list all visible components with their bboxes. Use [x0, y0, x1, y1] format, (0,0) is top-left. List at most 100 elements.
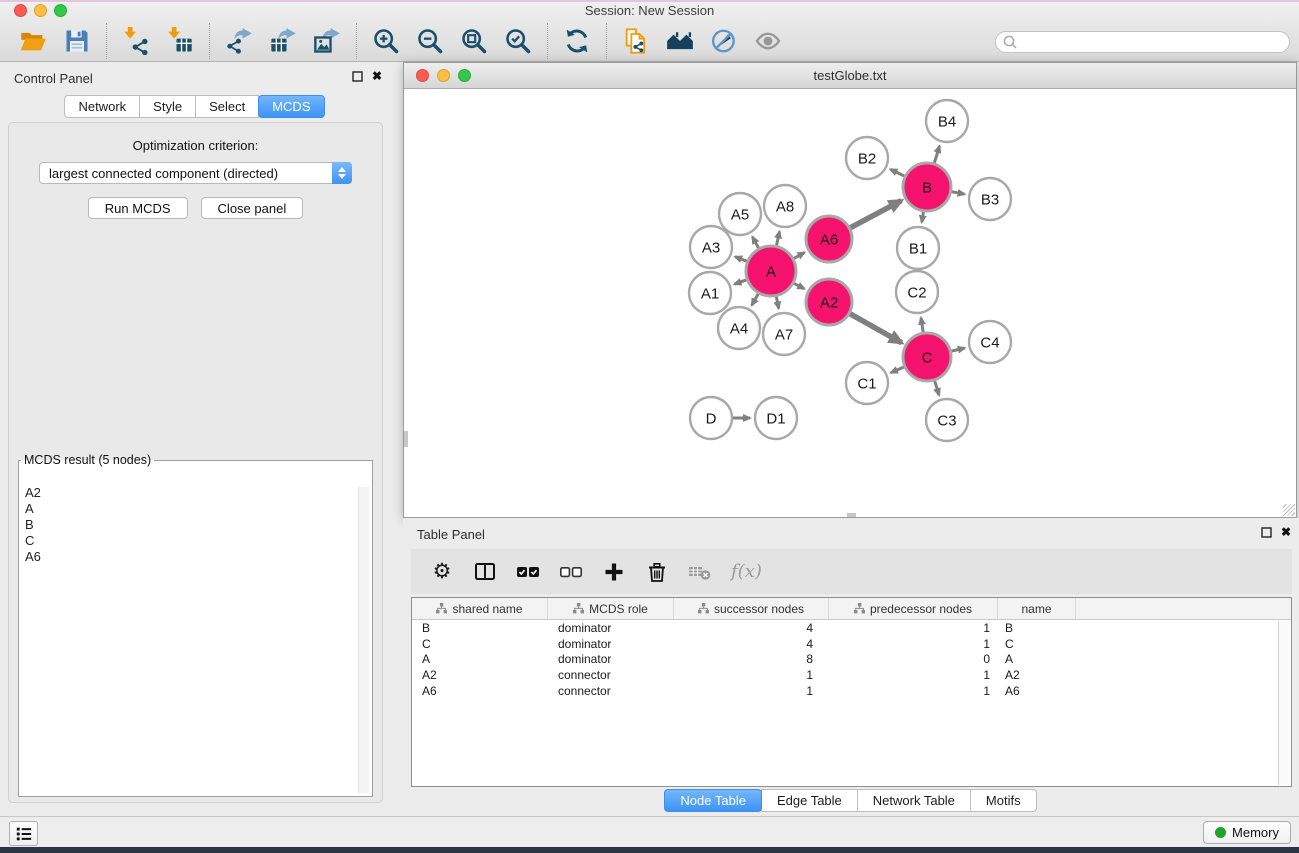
graph-node-B4[interactable]: B4 — [926, 100, 968, 142]
table-cell[interactable]: A2 — [412, 668, 548, 682]
graph-edge[interactable] — [794, 253, 805, 259]
gear-icon[interactable]: ⚙ — [430, 560, 454, 584]
graph-node-A5[interactable]: A5 — [719, 193, 761, 235]
graph-node-A7[interactable]: A7 — [763, 313, 805, 355]
zoom-in-icon[interactable] — [368, 24, 404, 58]
minimize-network-window-button[interactable] — [437, 69, 450, 82]
graph-edge[interactable] — [935, 381, 940, 395]
select-all-checkboxes-icon[interactable] — [516, 560, 540, 584]
table-cell[interactable]: 4 — [674, 637, 829, 651]
show-panels-button[interactable] — [9, 821, 38, 846]
graph-node-C4[interactable]: C4 — [969, 321, 1011, 363]
table-cell[interactable]: dominator — [548, 621, 674, 635]
close-panel-button[interactable]: Close panel — [201, 197, 304, 219]
graph-edge[interactable] — [891, 367, 904, 373]
search-field[interactable] — [995, 31, 1290, 53]
run-mcds-button[interactable]: Run MCDS — [88, 197, 188, 219]
split-view-icon[interactable] — [473, 560, 497, 584]
tab-motifs[interactable]: Motifs — [970, 789, 1037, 812]
graph-edge[interactable] — [922, 212, 924, 223]
table-cell[interactable]: 8 — [674, 652, 829, 666]
table-cell[interactable]: 4 — [674, 621, 829, 635]
vertical-scrollbar-stub[interactable] — [404, 431, 408, 447]
table-cell[interactable]: C — [412, 637, 548, 651]
tab-edge-table[interactable]: Edge Table — [761, 789, 858, 812]
table-row[interactable]: A6connector11A6 — [412, 683, 1291, 699]
graph-edge[interactable] — [951, 348, 964, 351]
trash-icon[interactable] — [645, 560, 669, 584]
annotations-off-icon[interactable] — [706, 24, 742, 58]
graph-node-B3[interactable]: B3 — [969, 178, 1011, 220]
result-scrollbar[interactable] — [358, 487, 369, 793]
tab-network-table[interactable]: Network Table — [857, 789, 971, 812]
home-icon[interactable] — [662, 24, 698, 58]
graph-edge[interactable] — [776, 297, 778, 309]
export-image-icon[interactable] — [309, 24, 345, 58]
criterion-select[interactable]: largest connected component (directed) — [39, 162, 352, 184]
tab-mcds[interactable]: MCDS — [258, 95, 324, 118]
graph-node-B2[interactable]: B2 — [846, 137, 888, 179]
table-row[interactable]: Adominator80A — [412, 652, 1291, 668]
table-cell[interactable]: A — [412, 652, 548, 666]
column-header-mcds-role[interactable]: MCDS role — [548, 598, 674, 619]
delete-table-icon[interactable] — [688, 560, 712, 584]
graph-node-A3[interactable]: A3 — [690, 226, 732, 268]
zoom-selected-icon[interactable] — [500, 24, 536, 58]
graph-edge[interactable] — [752, 237, 758, 248]
result-item[interactable]: A2 — [23, 485, 355, 501]
resize-grip-icon[interactable] — [1283, 504, 1295, 516]
clipboard-network-icon[interactable] — [618, 24, 654, 58]
close-table-panel-icon[interactable]: ✖ — [1281, 526, 1291, 538]
zoom-fit-icon[interactable] — [456, 24, 492, 58]
close-panel-icon[interactable]: ✖ — [372, 70, 382, 82]
graph-edge[interactable] — [850, 201, 901, 228]
zoom-out-icon[interactable] — [412, 24, 448, 58]
result-item[interactable]: A6 — [23, 549, 355, 565]
result-item[interactable]: A — [23, 501, 355, 517]
graph-edge[interactable] — [735, 280, 747, 284]
table-cell[interactable]: 0 — [829, 652, 998, 666]
graph-edge[interactable] — [934, 146, 939, 163]
graph-node-A6[interactable]: A6 — [806, 216, 852, 262]
table-scrollbar[interactable] — [1278, 621, 1290, 785]
horizontal-scrollbar-stub[interactable] — [847, 513, 856, 517]
graph-node-C1[interactable]: C1 — [846, 362, 888, 404]
float-panel-icon[interactable] — [352, 71, 363, 82]
table-cell[interactable]: B — [412, 621, 548, 635]
column-header-predecessor-nodes[interactable]: predecessor nodes — [829, 598, 998, 619]
table-row[interactable]: A2connector11A2 — [412, 667, 1291, 683]
graph-edge[interactable] — [952, 192, 965, 194]
import-table-icon[interactable] — [162, 24, 198, 58]
table-cell[interactable]: 1 — [829, 684, 998, 698]
function-icon[interactable]: f(x) — [731, 560, 762, 584]
table-cell[interactable]: C — [998, 637, 1076, 651]
table-cell[interactable]: B — [998, 621, 1076, 635]
tab-select[interactable]: Select — [195, 95, 259, 118]
tab-network[interactable]: Network — [64, 95, 140, 118]
table-cell[interactable]: connector — [548, 684, 674, 698]
network-window-titlebar[interactable]: testGlobe.txt — [404, 63, 1296, 89]
column-header-successor-nodes[interactable]: successor nodes — [674, 598, 829, 619]
graph-node-C3[interactable]: C3 — [926, 399, 968, 441]
memory-button[interactable]: Memory — [1203, 821, 1291, 844]
graph-node-C2[interactable]: C2 — [896, 271, 938, 313]
refresh-icon[interactable] — [559, 24, 595, 58]
table-cell[interactable]: connector — [548, 668, 674, 682]
tab-node-table[interactable]: Node Table — [664, 789, 762, 812]
table-cell[interactable]: 1 — [829, 621, 998, 635]
tab-style[interactable]: Style — [139, 95, 196, 118]
table-cell[interactable]: 1 — [829, 668, 998, 682]
export-table-icon[interactable] — [265, 24, 301, 58]
graph-edge[interactable] — [794, 283, 804, 289]
search-input[interactable] — [1018, 34, 1283, 50]
table-cell[interactable]: 1 — [674, 668, 829, 682]
table-row[interactable]: Bdominator41B — [412, 620, 1291, 636]
zoom-network-window-button[interactable] — [458, 69, 471, 82]
graph-node-A2[interactable]: A2 — [806, 279, 852, 325]
table-cell[interactable]: A — [998, 652, 1076, 666]
export-network-icon[interactable] — [221, 24, 257, 58]
result-item[interactable]: B — [23, 517, 355, 533]
graph-node-B1[interactable]: B1 — [897, 227, 939, 269]
network-canvas[interactable]: B4B2BB3A5A8A6B1A3AC2A1A2A4A7C4CC1C3DD1 — [404, 89, 1296, 517]
eye-icon[interactable] — [750, 24, 786, 58]
